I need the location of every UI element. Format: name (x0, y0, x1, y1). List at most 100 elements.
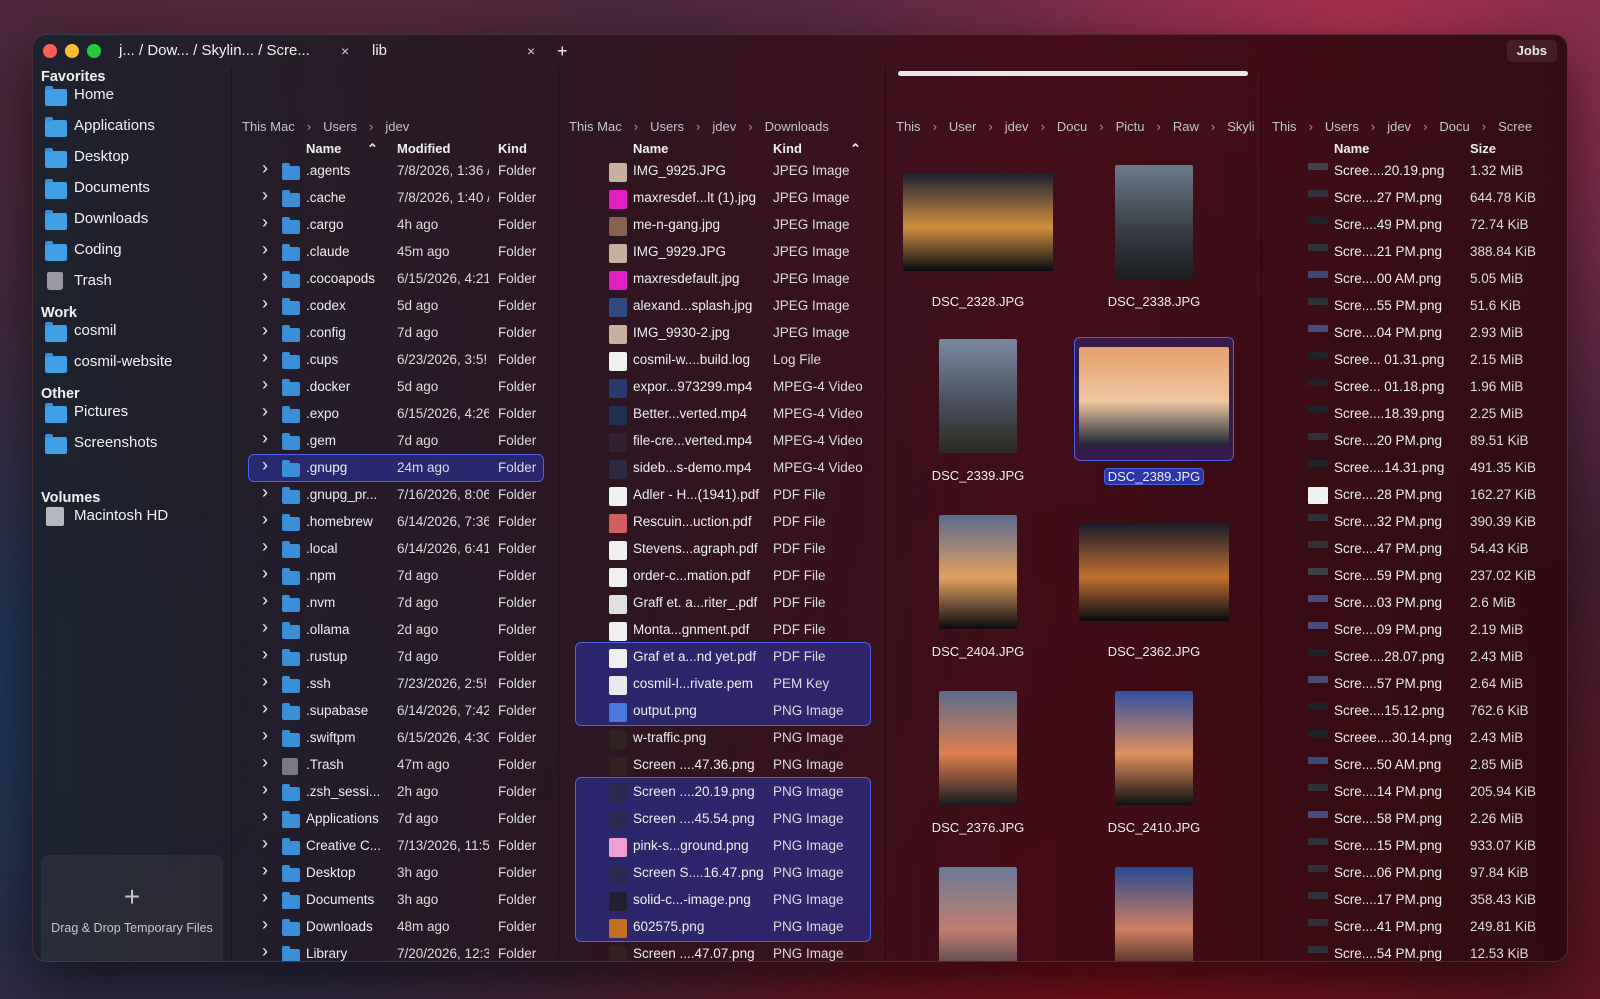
chevron-right-icon[interactable]: › (262, 455, 268, 476)
list-item[interactable]: Scree....20.19.png 1.32 MiB (1262, 158, 1567, 185)
close-window-button[interactable] (43, 44, 57, 58)
chevron-right-icon[interactable]: › (262, 671, 268, 692)
list-item[interactable]: Screen S....16.47.png PNG Image (559, 860, 886, 887)
list-item[interactable]: › Creative C... 7/13/2026, 11:5€ Folder (232, 833, 559, 860)
list-item[interactable]: Screen ....47.07.png PNG Image (559, 941, 886, 961)
list-item[interactable]: › .ssh 7/23/2026, 2:5! Folder (232, 671, 559, 698)
list-item[interactable]: Graf et a...nd yet.pdf PDF File (559, 644, 886, 671)
list-item[interactable]: Scree....15.12.png 762.6 KiB (1262, 698, 1567, 725)
list-item[interactable]: Screee....30.14.png 2.43 MiB (1262, 725, 1567, 752)
list-item[interactable]: output.png PNG Image (559, 698, 886, 725)
list-item[interactable]: › .cocoapods 6/15/2026, 4:21 Folder (232, 266, 559, 293)
list-item[interactable]: › .codex 5d ago Folder (232, 293, 559, 320)
list-item[interactable]: Scre....00 AM.png 5.05 MiB (1262, 266, 1567, 293)
list-item[interactable]: maxresdef...lt (1).jpg JPEG Image (559, 185, 886, 212)
chevron-right-icon[interactable]: › (262, 428, 268, 449)
list-item[interactable]: › Library 7/20/2026, 12:3 Folder (232, 941, 559, 961)
jobs-button[interactable]: Jobs (1506, 40, 1557, 62)
zoom-window-button[interactable] (87, 44, 101, 58)
sidebar-item-home[interactable]: Home (45, 83, 225, 109)
breadcrumb-item[interactable]: Raw (1173, 119, 1199, 134)
chevron-right-icon[interactable]: › (262, 752, 268, 773)
column-header-kind[interactable]: Kind (498, 141, 527, 156)
breadcrumb-item[interactable]: This (896, 119, 921, 134)
list-item[interactable]: Scre....14 PM.png 205.94 KiB (1262, 779, 1567, 806)
list-item[interactable]: Scree... 01.31.png 2.15 MiB (1262, 347, 1567, 374)
list-item[interactable]: › .claude 45m ago Folder (232, 239, 559, 266)
list-item[interactable]: › .supabase 6/14/2026, 7:42 Folder (232, 698, 559, 725)
list-item[interactable]: › .cache 7/8/2026, 1:40 / Folder (232, 185, 559, 212)
sidebar-item-cosmil[interactable]: cosmil (45, 319, 225, 345)
list-item[interactable]: Scre....58 PM.png 2.26 MiB (1262, 806, 1567, 833)
list-item[interactable]: Screen ....45.54.png PNG Image (559, 806, 886, 833)
list-item[interactable]: Rescuin...uction.pdf PDF File (559, 509, 886, 536)
image-thumbnail[interactable] (1115, 867, 1193, 961)
sidebar-item-screenshots[interactable]: Screenshots (45, 431, 225, 457)
list-item[interactable]: › .local 6/14/2026, 6:41 Folder (232, 536, 559, 563)
chevron-right-icon[interactable]: › (262, 347, 268, 368)
sort-ascending-icon[interactable]: ⌃ (850, 141, 861, 157)
list-item[interactable]: › .rustup 7d ago Folder (232, 644, 559, 671)
list-item[interactable]: Monta...gnment.pdf PDF File (559, 617, 886, 644)
chevron-right-icon[interactable]: › (262, 482, 268, 503)
column-header-name[interactable]: Name (1334, 141, 1369, 156)
image-thumbnail[interactable] (1115, 691, 1193, 805)
list-item[interactable]: Scre....04 PM.png 2.93 MiB (1262, 320, 1567, 347)
list-item[interactable]: Scre....20 PM.png 89.51 KiB (1262, 428, 1567, 455)
list-item[interactable]: Scre....54 PM.png 12.53 KiB (1262, 941, 1567, 961)
chevron-right-icon[interactable]: › (262, 806, 268, 827)
list-item[interactable]: › Downloads 48m ago Folder (232, 914, 559, 941)
breadcrumb-item[interactable]: jdev (1387, 119, 1411, 134)
column-header-name[interactable]: Name (306, 141, 341, 156)
chevron-right-icon[interactable]: › (262, 860, 268, 881)
list-item[interactable]: alexand...splash.jpg JPEG Image (559, 293, 886, 320)
sort-ascending-icon[interactable]: ⌃ (367, 141, 378, 157)
sidebar-item-applications[interactable]: Applications (45, 114, 225, 140)
list-item[interactable]: › Applications 7d ago Folder (232, 806, 559, 833)
list-item[interactable]: order-c...mation.pdf PDF File (559, 563, 886, 590)
list-item[interactable]: Scre....17 PM.png 358.43 KiB (1262, 887, 1567, 914)
list-item[interactable]: › .swiftpm 6/15/2026, 4:3C Folder (232, 725, 559, 752)
chevron-right-icon[interactable]: › (262, 374, 268, 395)
list-item[interactable]: › .docker 5d ago Folder (232, 374, 559, 401)
new-tab-button[interactable]: + (557, 35, 568, 67)
chevron-right-icon[interactable]: › (262, 833, 268, 854)
image-thumbnail[interactable] (903, 173, 1053, 271)
list-item[interactable]: me-n-gang.jpg JPEG Image (559, 212, 886, 239)
chevron-right-icon[interactable]: › (262, 239, 268, 260)
breadcrumb-item[interactable]: Users (650, 119, 684, 134)
breadcrumb-item[interactable]: User (949, 119, 976, 134)
chevron-right-icon[interactable]: › (262, 725, 268, 746)
list-item[interactable]: › .zsh_sessi... 2h ago Folder (232, 779, 559, 806)
chevron-right-icon[interactable]: › (262, 617, 268, 638)
breadcrumb-item[interactable]: Users (323, 119, 357, 134)
list-item[interactable]: › Desktop 3h ago Folder (232, 860, 559, 887)
list-item[interactable]: file-cre...verted.mp4 MPEG-4 Video (559, 428, 886, 455)
list-item[interactable]: Better...verted.mp4 MPEG-4 Video (559, 401, 886, 428)
sidebar-item-documents[interactable]: Documents (45, 176, 225, 202)
chevron-right-icon[interactable]: › (262, 536, 268, 557)
list-item[interactable]: Scre....41 PM.png 249.81 KiB (1262, 914, 1567, 941)
list-item[interactable]: Scre....03 PM.png 2.6 MiB (1262, 590, 1567, 617)
list-item[interactable]: Scre....49 PM.png 72.74 KiB (1262, 212, 1567, 239)
list-item[interactable]: Screen ....20.19.png PNG Image (559, 779, 886, 806)
chevron-right-icon[interactable]: › (262, 698, 268, 719)
list-item[interactable]: › .cups 6/23/2026, 3:5! Folder (232, 347, 559, 374)
list-item[interactable]: pink-s...ground.png PNG Image (559, 833, 886, 860)
list-item[interactable]: Scre....50 AM.png 2.85 MiB (1262, 752, 1567, 779)
column-header-kind[interactable]: Kind (773, 141, 802, 156)
list-item[interactable]: IMG_9929.JPG JPEG Image (559, 239, 886, 266)
list-item[interactable]: Scre....15 PM.png 933.07 KiB (1262, 833, 1567, 860)
sidebar-item-downloads[interactable]: Downloads (45, 207, 225, 233)
column-header-name[interactable]: Name (633, 141, 668, 156)
list-item[interactable]: cosmil-l...rivate.pem PEM Key (559, 671, 886, 698)
list-item[interactable]: IMG_9925.JPG JPEG Image (559, 158, 886, 185)
breadcrumb-item[interactable]: Downloads (765, 119, 829, 134)
image-thumbnail[interactable] (939, 867, 1017, 961)
list-item[interactable]: maxresdefault.jpg JPEG Image (559, 266, 886, 293)
list-item[interactable]: › .ollama 2d ago Folder (232, 617, 559, 644)
list-item[interactable]: Scree....28.07.png 2.43 MiB (1262, 644, 1567, 671)
list-item[interactable]: Scre....28 PM.png 162.27 KiB (1262, 482, 1567, 509)
list-item[interactable]: 602575.png PNG Image (559, 914, 886, 941)
chevron-right-icon[interactable]: › (262, 401, 268, 422)
